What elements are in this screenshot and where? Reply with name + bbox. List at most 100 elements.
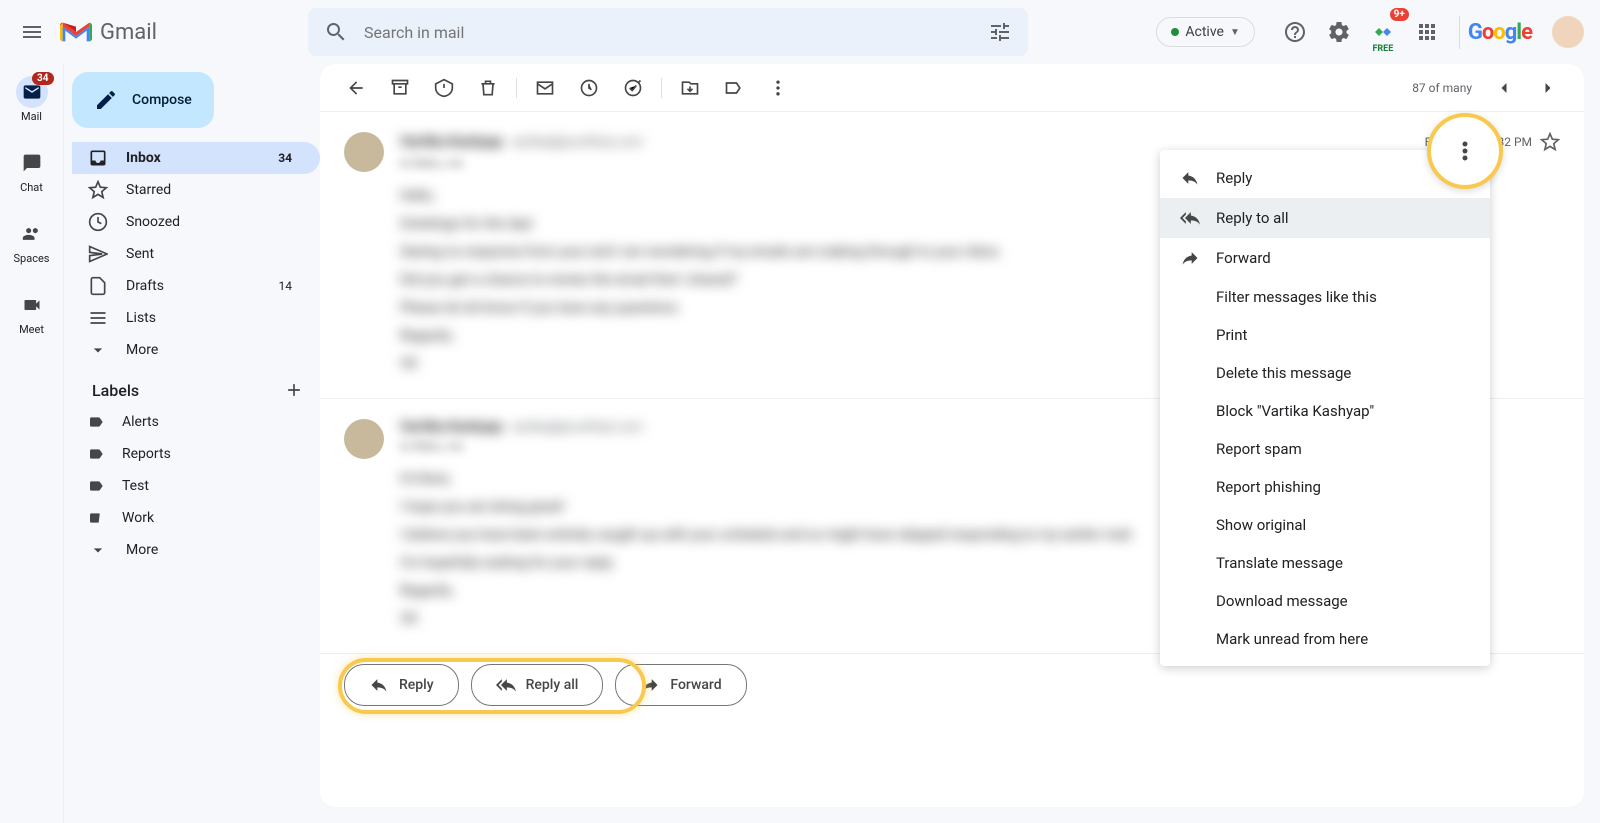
star-button[interactable] <box>1540 132 1560 152</box>
label-test[interactable]: Test <box>72 470 320 502</box>
forward-label: Forward <box>670 677 721 693</box>
label-icon <box>724 78 744 98</box>
nav-lists[interactable]: Lists <box>72 302 320 334</box>
gmail-icon <box>60 20 92 44</box>
label-work-text: Work <box>122 510 154 526</box>
label-alerts-text: Alerts <box>122 414 159 430</box>
apps-icon <box>1415 20 1439 44</box>
reply-all-button[interactable]: Reply all <box>471 664 604 706</box>
newer-button[interactable] <box>1484 68 1524 108</box>
back-button[interactable] <box>336 68 376 108</box>
sender-name: Vartika Kashyap <box>400 134 502 150</box>
compose-button[interactable]: Compose <box>72 72 214 128</box>
labels-title: Labels <box>92 381 139 400</box>
chat-icon <box>22 153 42 173</box>
ctx-block[interactable]: Block "Vartika Kashyap" <box>1160 392 1490 430</box>
send-icon <box>88 244 108 264</box>
search-options-button[interactable] <box>980 12 1020 52</box>
search-input[interactable] <box>356 23 980 42</box>
move-icon <box>680 78 700 98</box>
reply-label: Reply <box>399 677 434 693</box>
ctx-phishing[interactable]: Report phishing <box>1160 468 1490 506</box>
add-task-button[interactable] <box>613 68 653 108</box>
labels-more[interactable]: More <box>72 534 320 566</box>
add-label-button[interactable] <box>284 380 304 400</box>
delete-button[interactable] <box>468 68 508 108</box>
label-alerts[interactable]: Alerts <box>72 406 320 438</box>
message-more-button[interactable] <box>1427 113 1503 189</box>
apps-button[interactable] <box>1407 12 1447 52</box>
archive-icon <box>390 78 410 98</box>
ctx-original[interactable]: Show original <box>1160 506 1490 544</box>
forward-button[interactable]: Forward <box>615 664 746 706</box>
label-work[interactable]: Work <box>72 502 320 534</box>
support-button[interactable] <box>1275 12 1315 52</box>
label-icon <box>88 446 104 462</box>
labels-header: Labels <box>72 366 320 406</box>
plus-icon <box>284 380 304 400</box>
sender-email: vartika@proofhub.com <box>510 420 642 435</box>
sender-avatar[interactable] <box>344 132 384 172</box>
help-icon <box>1283 20 1307 44</box>
chevron-right-icon <box>1538 78 1558 98</box>
nav-lists-label: Lists <box>126 310 156 326</box>
archive-button[interactable] <box>380 68 420 108</box>
main-menu-button[interactable] <box>8 8 56 56</box>
sender-email: vartika@proofhub.com <box>510 135 642 150</box>
trash-icon <box>478 78 498 98</box>
status-text: Active <box>1185 24 1224 40</box>
clock-icon <box>88 212 108 232</box>
more-vert-icon <box>1453 139 1477 163</box>
sender-avatar[interactable] <box>344 419 384 459</box>
ctx-spam[interactable]: Report spam <box>1160 430 1490 468</box>
label-reports-text: Reports <box>122 446 171 462</box>
gear-icon <box>1327 20 1351 44</box>
ctx-filter[interactable]: Filter messages like this <box>1160 278 1490 316</box>
gmail-logo[interactable]: Gmail <box>60 20 298 45</box>
status-dot-icon <box>1171 28 1179 36</box>
ctx-print[interactable]: Print <box>1160 316 1490 354</box>
rail-meet[interactable]: Meet <box>0 285 64 340</box>
caret-down-icon: ▼ <box>1230 27 1240 38</box>
nav-sent[interactable]: Sent <box>72 238 320 270</box>
forward-icon <box>640 675 660 695</box>
addon-icon <box>1371 20 1395 44</box>
ctx-download[interactable]: Download message <box>1160 582 1490 620</box>
nav-inbox[interactable]: Inbox 34 <box>72 142 320 174</box>
nav-snoozed-label: Snoozed <box>126 214 180 230</box>
search-button[interactable] <box>316 12 356 52</box>
rail-mail[interactable]: 34 Mail <box>0 72 64 127</box>
more-button[interactable] <box>758 68 798 108</box>
addon-button[interactable]: 9+ FREE <box>1363 12 1403 52</box>
ctx-delete[interactable]: Delete this message <box>1160 354 1490 392</box>
google-logo[interactable]: Google <box>1459 16 1540 49</box>
spaces-icon <box>22 224 42 244</box>
ctx-unread[interactable]: Mark unread from here <box>1160 620 1490 658</box>
rail-chat[interactable]: Chat <box>0 143 64 198</box>
nav-more[interactable]: More <box>72 334 320 366</box>
move-button[interactable] <box>670 68 710 108</box>
snooze-button[interactable] <box>569 68 609 108</box>
rail-spaces[interactable]: Spaces <box>0 214 64 269</box>
labels-button[interactable] <box>714 68 754 108</box>
nav-drafts[interactable]: Drafts 14 <box>72 270 320 302</box>
account-avatar[interactable] <box>1552 16 1584 48</box>
mark-unread-button[interactable] <box>525 68 565 108</box>
label-reports[interactable]: Reports <box>72 438 320 470</box>
nav-starred[interactable]: Starred <box>72 174 320 206</box>
spam-button[interactable] <box>424 68 464 108</box>
compose-label: Compose <box>132 92 192 108</box>
ctx-translate[interactable]: Translate message <box>1160 544 1490 582</box>
lists-icon <box>88 308 108 328</box>
nav-inbox-count: 34 <box>278 151 292 165</box>
reply-button[interactable]: Reply <box>344 664 459 706</box>
older-button[interactable] <box>1528 68 1568 108</box>
ctx-forward[interactable]: Forward <box>1160 238 1490 278</box>
tune-icon <box>988 20 1012 44</box>
status-chip[interactable]: Active ▼ <box>1156 17 1254 47</box>
nav-snoozed[interactable]: Snoozed <box>72 206 320 238</box>
ctx-reply-all[interactable]: Reply to all <box>1160 198 1490 238</box>
reply-all-icon <box>1180 208 1200 228</box>
settings-button[interactable] <box>1319 12 1359 52</box>
label-test-text: Test <box>122 478 149 494</box>
